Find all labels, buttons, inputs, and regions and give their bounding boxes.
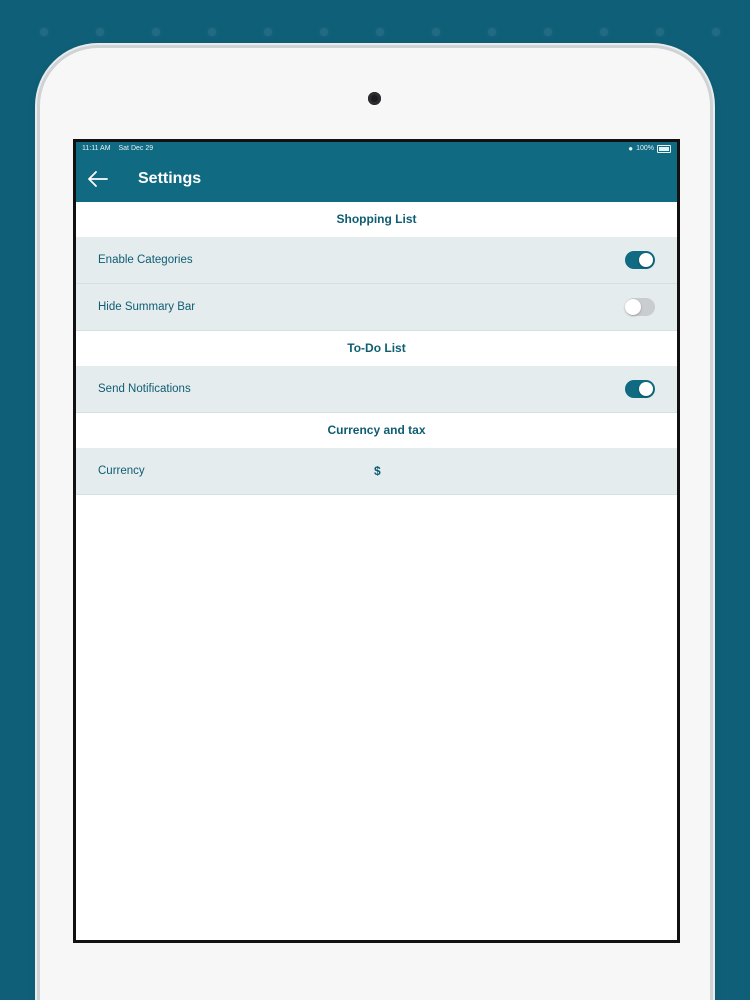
page-title: Settings (138, 170, 202, 187)
toggle-knob (639, 253, 653, 267)
arrow-left-icon (88, 171, 108, 187)
setting-label: Send Notifications (98, 383, 191, 395)
enable-categories-toggle[interactable] (625, 251, 655, 269)
setting-label: Enable Categories (98, 254, 193, 266)
wifi-icon: ● (628, 144, 634, 153)
send-notifications-toggle[interactable] (625, 380, 655, 398)
setting-row-send-notifications: Send Notifications (76, 366, 677, 413)
setting-label: Hide Summary Bar (98, 301, 196, 313)
back-button[interactable] (76, 156, 120, 202)
app-screen: 11:11 AM Sat Dec 29 ● 100% Settings Shop… (73, 139, 680, 943)
section-header-shopping-list: Shopping List (76, 202, 677, 237)
setting-row-currency[interactable]: Currency $ (76, 448, 677, 495)
status-bar: 11:11 AM Sat Dec 29 ● 100% (76, 142, 677, 156)
setting-row-hide-summary-bar: Hide Summary Bar (76, 284, 677, 331)
currency-value[interactable]: $ (374, 464, 381, 478)
hide-summary-bar-toggle[interactable] (625, 298, 655, 316)
camera-icon (368, 92, 381, 105)
status-time: 11:11 AM (82, 145, 111, 152)
battery-icon (657, 145, 671, 153)
toggle-knob (639, 382, 653, 396)
toggle-knob (625, 299, 641, 315)
app-bar: Settings (76, 156, 677, 202)
section-header-todo-list: To-Do List (76, 331, 677, 366)
section-header-currency-and-tax: Currency and tax (76, 413, 677, 448)
status-date: Sat Dec 29 (118, 145, 154, 152)
setting-row-enable-categories: Enable Categories (76, 237, 677, 284)
tablet-frame: 11:11 AM Sat Dec 29 ● 100% Settings Shop… (40, 48, 710, 1000)
battery-percent: 100% (636, 145, 654, 152)
